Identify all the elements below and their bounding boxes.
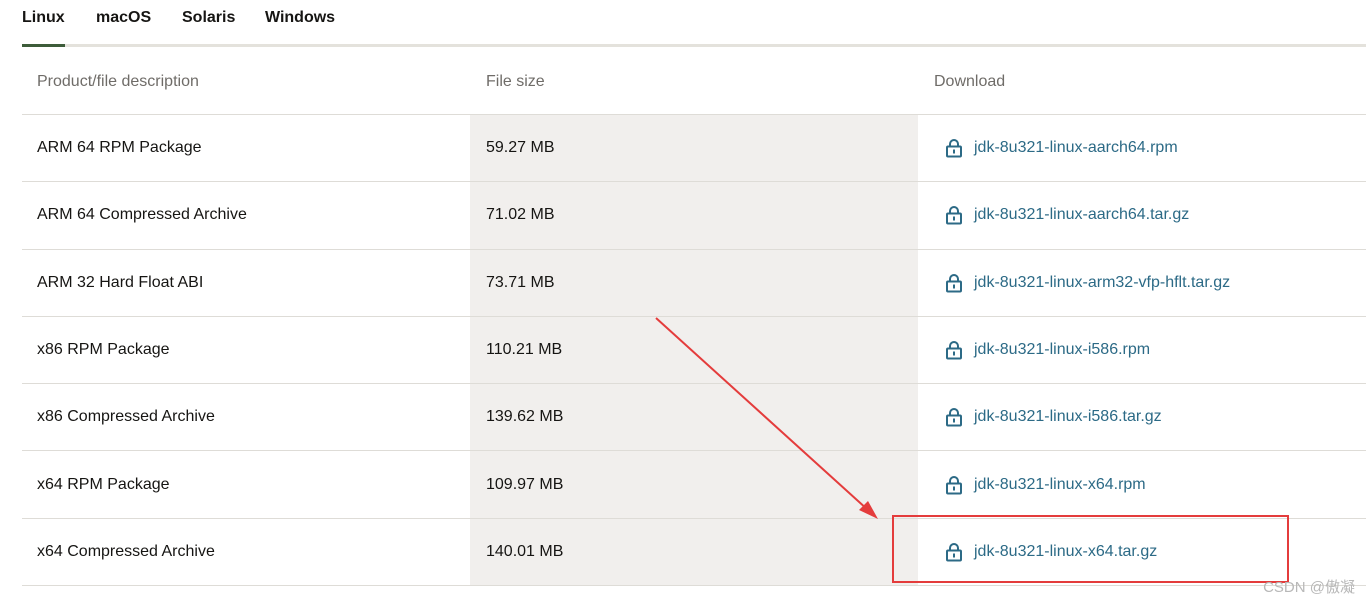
download-link[interactable]: jdk-8u321-linux-arm32-vfp-hflt.tar.gz [944,273,1230,293]
lock-icon [946,475,962,495]
table-row: ARM 64 RPM Package 59.27 MB jdk-8u321-li… [22,115,1366,183]
file-size: 73.71 MB [470,249,918,316]
tab-windows[interactable]: Windows [265,9,335,27]
file-description: x86 Compressed Archive [37,408,215,426]
file-size: 109.97 MB [470,451,918,518]
table-row: x86 Compressed Archive 139.62 MB jdk-8u3… [22,384,1366,452]
download-cell: jdk-8u321-linux-aarch64.rpm [918,115,1366,181]
lock-icon [946,206,962,225]
file-description: ARM 64 RPM Package [37,139,202,157]
download-link[interactable]: jdk-8u321-linux-x64.rpm [944,475,1146,495]
download-link[interactable]: jdk-8u321-linux-aarch64.rpm [944,138,1178,158]
file-size: 71.02 MB [470,182,918,249]
download-cell: jdk-8u321-linux-arm32-vfp-hflt.tar.gz [918,250,1366,316]
table-row: x64 RPM Package 109.97 MB jdk-8u321-linu… [22,451,1366,519]
lock-icon [946,139,962,158]
lock-icon [946,341,962,360]
download-cell: jdk-8u321-linux-i586.rpm [918,317,1366,383]
download-filename[interactable]: jdk-8u321-linux-arm32-vfp-hflt.tar.gz [974,274,1230,292]
download-filename[interactable]: jdk-8u321-linux-x64.rpm [974,476,1146,494]
header-size: File size [486,73,545,90]
file-size: 140.01 MB [470,518,918,586]
download-filename[interactable]: jdk-8u321-linux-i586.tar.gz [974,408,1162,426]
download-link[interactable]: jdk-8u321-linux-i586.tar.gz [944,407,1162,427]
tab-linux[interactable]: Linux [22,9,65,47]
file-description: ARM 32 Hard Float ABI [37,273,204,291]
table-row: ARM 64 Compressed Archive 71.02 MB jdk-8… [22,182,1366,250]
header-download: Download [934,73,1006,90]
page: Linux macOS Solaris Windows Product/file… [0,0,1369,605]
os-tabs: Linux macOS Solaris Windows [22,0,1366,47]
tab-solaris[interactable]: Solaris [182,9,235,27]
download-cell: jdk-8u321-linux-aarch64.tar.gz [918,182,1366,248]
download-filename[interactable]: jdk-8u321-linux-aarch64.rpm [974,139,1178,157]
table-header-row: Product/file description File size Downl… [22,50,1366,115]
file-description: ARM 64 Compressed Archive [37,206,247,224]
file-size: 110.21 MB [470,316,918,384]
table-row: x86 RPM Package 110.21 MB jdk-8u321-linu… [22,316,1366,385]
download-filename[interactable]: jdk-8u321-linux-aarch64.tar.gz [974,206,1189,224]
download-filename[interactable]: jdk-8u321-linux-i586.rpm [974,341,1150,359]
file-description: x64 Compressed Archive [37,542,215,560]
lock-icon [946,273,962,293]
lock-icon [946,408,962,427]
tab-macos[interactable]: macOS [96,9,151,27]
file-description: x86 RPM Package [37,341,170,359]
file-description: x64 RPM Package [37,475,170,493]
file-size: 139.62 MB [470,384,918,451]
file-size: 59.27 MB [470,115,918,182]
watermark: CSDN @傲凝 [1263,579,1355,596]
table-row: ARM 32 Hard Float ABI 73.71 MB jdk-8u321… [22,249,1366,317]
annotation-highlight-box [892,515,1289,583]
download-cell: jdk-8u321-linux-x64.rpm [918,451,1366,517]
download-link[interactable]: jdk-8u321-linux-i586.rpm [944,340,1150,360]
downloads-table: Product/file description File size Downl… [22,50,1366,587]
download-cell: jdk-8u321-linux-i586.tar.gz [918,384,1366,450]
download-link[interactable]: jdk-8u321-linux-aarch64.tar.gz [944,205,1189,225]
header-description: Product/file description [37,73,199,90]
